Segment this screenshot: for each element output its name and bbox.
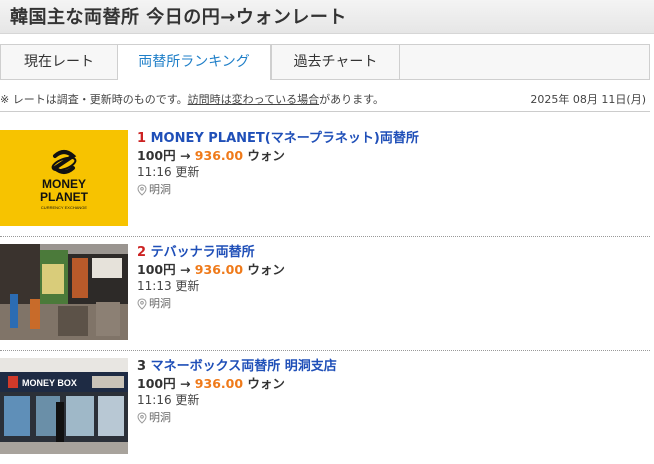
- time-value: 11:16: [137, 165, 172, 179]
- tab-bar: 現在レート 両替所ランキング 過去チャート: [0, 44, 650, 80]
- tab-ranking[interactable]: 両替所ランキング: [117, 44, 271, 80]
- divider: [0, 350, 650, 351]
- map-pin-icon: [137, 183, 147, 196]
- storefront-image: MONEY BOX: [0, 358, 128, 454]
- logo-text-2: PLANET: [40, 190, 89, 204]
- amount-yen: 100円: [137, 262, 176, 277]
- update-time: 11:16 更新: [137, 392, 337, 409]
- rate-line: 100円 → 936.00 ウォン: [137, 261, 285, 278]
- logo-text-3: CURRENCY EXCHANGE: [41, 205, 87, 210]
- location: 明洞: [137, 295, 285, 312]
- location: 明洞: [137, 181, 419, 198]
- arrow: →: [179, 262, 191, 277]
- list-item[interactable]: MONEY PLANET CURRENCY EXCHANGE 1 MONEY P…: [0, 130, 650, 226]
- amount-yen: 100円: [137, 376, 176, 391]
- rate-line: 100円 → 936.00 ウォン: [137, 375, 337, 392]
- rank-number: 3: [137, 359, 147, 374]
- tab-current-rate[interactable]: 現在レート: [0, 44, 117, 80]
- item-info: 3 マネーボックス両替所 明洞支店 100円 → 936.00 ウォン 11:1…: [137, 358, 337, 426]
- updated-label: 更新: [175, 393, 200, 407]
- update-time: 11:16 更新: [137, 164, 419, 181]
- rate-value: 936.00: [194, 376, 244, 391]
- storefront-image: [0, 244, 128, 340]
- arrow: →: [179, 376, 191, 391]
- page-title: 韓国主な両替所 今日の円→ウォンレート: [10, 7, 347, 28]
- item-title[interactable]: 2 テバッナラ両替所: [137, 244, 285, 261]
- updated-label: 更新: [175, 279, 200, 293]
- time-value: 11:16: [137, 393, 172, 407]
- list-item[interactable]: 2 テバッナラ両替所 100円 → 936.00 ウォン 11:13 更新 明洞: [0, 244, 650, 340]
- list-item[interactable]: MONEY BOX 3 マネーボックス両替所 明洞支店 100円 → 936.0…: [0, 358, 650, 454]
- exchange-name-link[interactable]: テバッナラ両替所: [151, 245, 255, 260]
- storefront-photo[interactable]: [0, 244, 128, 340]
- location: 明洞: [137, 409, 337, 426]
- map-pin-icon: [137, 297, 147, 310]
- tab-past-chart[interactable]: 過去チャート: [271, 44, 400, 80]
- arrow: →: [179, 148, 191, 163]
- rate-unit: ウォン: [247, 376, 285, 391]
- update-time: 11:13 更新: [137, 278, 285, 295]
- updated-label: 更新: [175, 165, 200, 179]
- notice-bar: ※ レートは調査・更新時のものです。訪問時は変わっている場合があります。 202…: [0, 91, 650, 107]
- item-info: 2 テバッナラ両替所 100円 → 936.00 ウォン 11:13 更新 明洞: [137, 244, 285, 312]
- map-pin-icon: [137, 411, 147, 424]
- item-title[interactable]: 1 MONEY PLANET(マネープラネット)両替所: [137, 130, 419, 147]
- tab-bar-spacer: [400, 44, 650, 80]
- rate-value: 936.00: [194, 262, 244, 277]
- page-header: 韓国主な両替所 今日の円→ウォンレート: [0, 0, 654, 34]
- rate-value: 936.00: [194, 148, 244, 163]
- exchange-name-link[interactable]: MONEY PLANET(マネープラネット)両替所: [151, 131, 419, 146]
- divider: [0, 111, 650, 112]
- divider: [0, 236, 650, 237]
- notice-text: ※ レートは調査・更新時のものです。訪問時は変わっている場合があります。: [0, 91, 384, 107]
- rate-unit: ウォン: [247, 148, 285, 163]
- notice-prefix: ※ レートは調査・更新時のものです。: [0, 93, 188, 106]
- logo-graphic: MONEY PLANET CURRENCY EXCHANGE: [40, 150, 89, 210]
- location-text: 明洞: [149, 297, 171, 310]
- notice-link[interactable]: 訪問時は変わっている場合: [188, 93, 319, 106]
- logo-text-1: MONEY: [42, 177, 86, 191]
- storefront-photo[interactable]: MONEY BOX: [0, 358, 128, 454]
- notice-date: 2025年 08月 11日(月): [530, 93, 646, 106]
- rank-number: 1: [137, 131, 147, 146]
- rate-line: 100円 → 936.00 ウォン: [137, 147, 419, 164]
- location-text: 明洞: [149, 183, 171, 196]
- money-planet-logo[interactable]: MONEY PLANET CURRENCY EXCHANGE: [0, 130, 128, 226]
- amount-yen: 100円: [137, 148, 176, 163]
- notice-suffix: があります。: [319, 93, 384, 106]
- rate-unit: ウォン: [247, 262, 285, 277]
- rank-number: 2: [137, 245, 147, 260]
- location-text: 明洞: [149, 411, 171, 424]
- sign-text: MONEY BOX: [22, 378, 77, 388]
- item-title[interactable]: 3 マネーボックス両替所 明洞支店: [137, 358, 337, 375]
- exchange-name-link[interactable]: マネーボックス両替所 明洞支店: [151, 359, 337, 374]
- item-info: 1 MONEY PLANET(マネープラネット)両替所 100円 → 936.0…: [137, 130, 419, 198]
- time-value: 11:13: [137, 279, 172, 293]
